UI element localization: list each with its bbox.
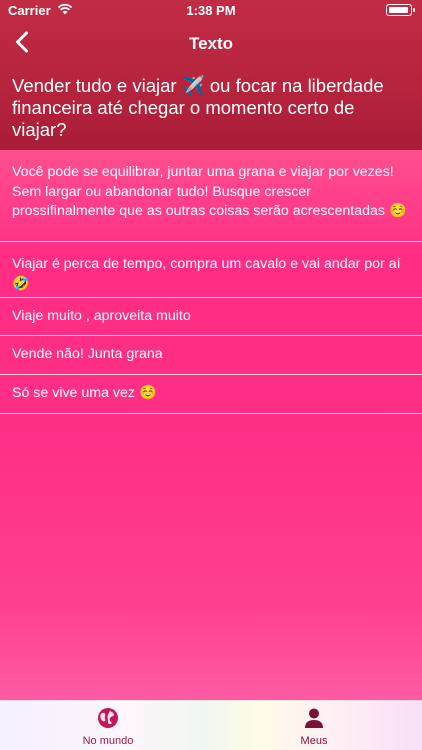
question-text: Vender tudo e viajar ✈️ ou focar na libe… bbox=[12, 75, 384, 140]
answer-text: Vende não! Junta grana bbox=[12, 346, 163, 362]
status-right bbox=[386, 4, 415, 16]
answer-item[interactable]: Viaje muito , aproveita muito bbox=[0, 298, 422, 336]
answer-item[interactable]: Viajar é perca de tempo, compra um caval… bbox=[0, 242, 422, 298]
answer-text: Viajar é perca de tempo, compra um caval… bbox=[12, 256, 401, 292]
answer-text: Você pode se equilibrar, juntar uma gran… bbox=[12, 164, 407, 219]
globe-icon bbox=[97, 707, 119, 732]
navigation-bar: Texto bbox=[0, 26, 422, 62]
answer-item[interactable]: Vende não! Junta grana bbox=[0, 336, 422, 375]
status-bar: Carrier 1:38 PM bbox=[0, 0, 422, 22]
tab-meus[interactable]: Meus bbox=[254, 707, 374, 747]
page-title: Texto bbox=[188, 34, 234, 53]
answer-text: Só se vive uma vez ☺️ bbox=[12, 385, 157, 401]
answers-list: Você pode se equilibrar, juntar uma gran… bbox=[0, 150, 422, 414]
tab-label: Meus bbox=[300, 735, 328, 747]
answer-item[interactable]: Só se vive uma vez ☺️ bbox=[0, 375, 422, 414]
tab-bar: No mundo Meus bbox=[0, 700, 422, 750]
answer-text: Viaje muito , aproveita muito bbox=[12, 308, 191, 324]
tab-label: No mundo bbox=[82, 735, 134, 747]
answer-item[interactable]: Você pode se equilibrar, juntar uma gran… bbox=[0, 150, 422, 242]
person-icon bbox=[303, 707, 325, 732]
status-time: 1:38 PM bbox=[186, 3, 236, 18]
battery-icon bbox=[386, 4, 415, 16]
tab-no-mundo[interactable]: No mundo bbox=[48, 707, 168, 747]
